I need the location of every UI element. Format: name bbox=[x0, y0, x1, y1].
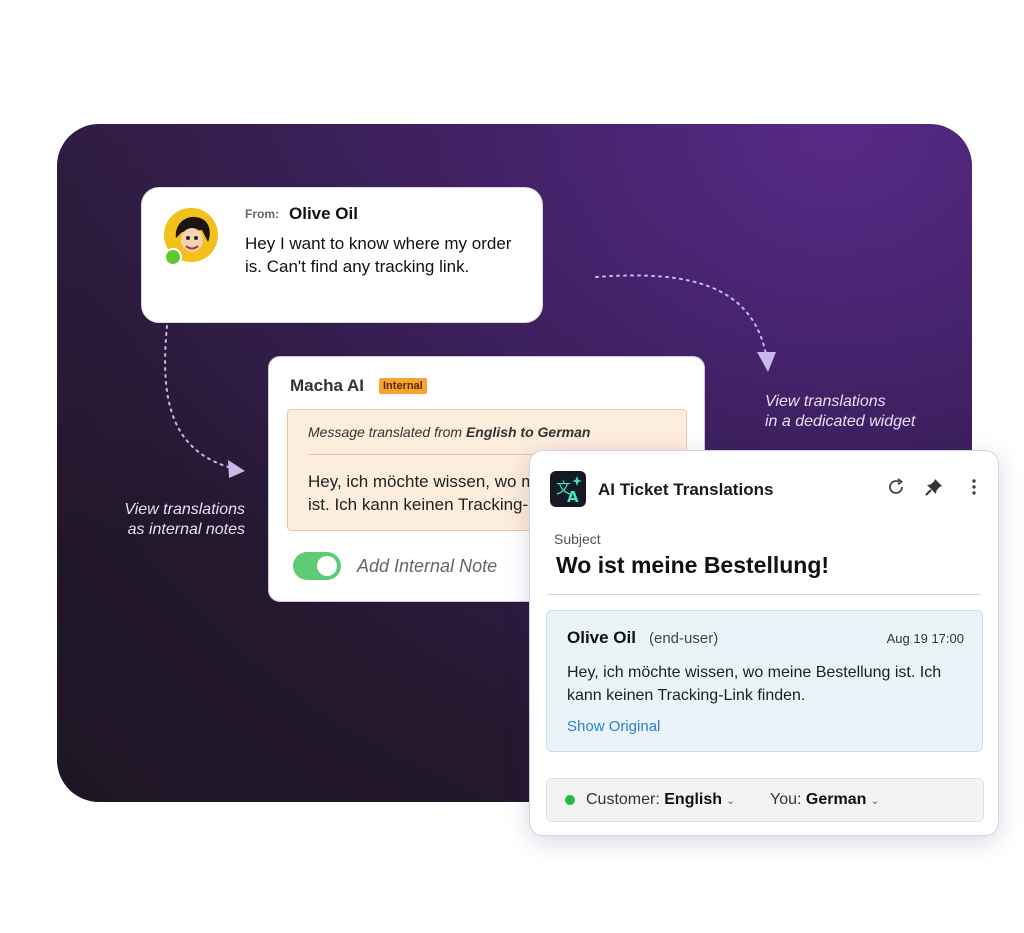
internal-note-toggle[interactable] bbox=[293, 552, 341, 580]
toggle-knob bbox=[317, 556, 337, 576]
translation-header: Message translated from English to Germa… bbox=[308, 424, 590, 440]
customer-language-label: Customer: bbox=[586, 791, 665, 808]
divider bbox=[548, 594, 980, 595]
agent-language-select[interactable]: You: German ⌄ bbox=[770, 791, 880, 809]
more-vertical-icon[interactable] bbox=[963, 477, 985, 499]
message-body: Hey, ich möchte wissen, wo meine Bestell… bbox=[567, 664, 942, 704]
chevron-down-icon: ⌄ bbox=[726, 795, 736, 807]
annotation-line: View translations bbox=[765, 393, 886, 410]
annotation-widget: View translations in a dedicated widget bbox=[765, 392, 915, 432]
note-author: Macha AI bbox=[290, 376, 365, 395]
agent-language-label: You: bbox=[770, 791, 806, 808]
status-dot bbox=[565, 795, 575, 805]
show-original-link[interactable]: Show Original bbox=[567, 718, 660, 735]
pin-icon-glyph bbox=[925, 479, 942, 496]
customer-language-value: English bbox=[664, 791, 723, 808]
online-status-dot bbox=[164, 248, 182, 266]
agent-language-value: German bbox=[805, 791, 867, 808]
ai-ticket-translations-widget: 文 A AI Ticket Translations Subject Wo is… bbox=[529, 450, 999, 836]
message-author: Olive Oil bbox=[567, 628, 636, 647]
translate-logo-icon: 文 A bbox=[550, 471, 586, 507]
translation-languages: English to German bbox=[465, 424, 591, 440]
message-timestamp: Aug 19 17:00 bbox=[886, 631, 964, 646]
subject-label: Subject bbox=[554, 531, 601, 547]
svg-text:A: A bbox=[567, 488, 579, 506]
annotation-internal-notes: View translations as internal notes bbox=[114, 500, 245, 540]
translation-prefix: Message translated from bbox=[308, 424, 466, 440]
annotation-line: View translations bbox=[124, 501, 245, 518]
ticket-subject: Wo ist meine Bestellung! bbox=[556, 552, 830, 578]
email-body: Hey I want to know where my order is. Ca… bbox=[245, 234, 512, 276]
translated-message: Olive Oil (end-user) Aug 19 17:00 Hey, i… bbox=[546, 610, 983, 752]
email-card: From: Olive Oil Hey I want to know where… bbox=[141, 187, 543, 323]
message-author-role: (end-user) bbox=[649, 630, 719, 647]
refresh-icon[interactable] bbox=[885, 477, 907, 499]
internal-badge: Internal bbox=[379, 378, 427, 394]
sender-name: Olive Oil bbox=[289, 204, 358, 223]
refresh-icon-glyph bbox=[889, 478, 904, 494]
toggle-label: Add Internal Note bbox=[357, 556, 498, 576]
chevron-down-icon: ⌄ bbox=[870, 795, 880, 807]
from-label: From: bbox=[245, 207, 279, 221]
pin-icon[interactable] bbox=[923, 477, 945, 499]
language-bar: Customer: English ⌄ You: German ⌄ bbox=[546, 778, 984, 822]
annotation-line: as internal notes bbox=[127, 521, 245, 538]
widget-title: AI Ticket Translations bbox=[598, 480, 774, 499]
translate-icon-glyph: 文 A bbox=[556, 476, 582, 506]
customer-language-select[interactable]: Customer: English ⌄ bbox=[586, 791, 735, 809]
annotation-line: in a dedicated widget bbox=[765, 413, 916, 430]
more-icon-glyph bbox=[972, 479, 976, 495]
